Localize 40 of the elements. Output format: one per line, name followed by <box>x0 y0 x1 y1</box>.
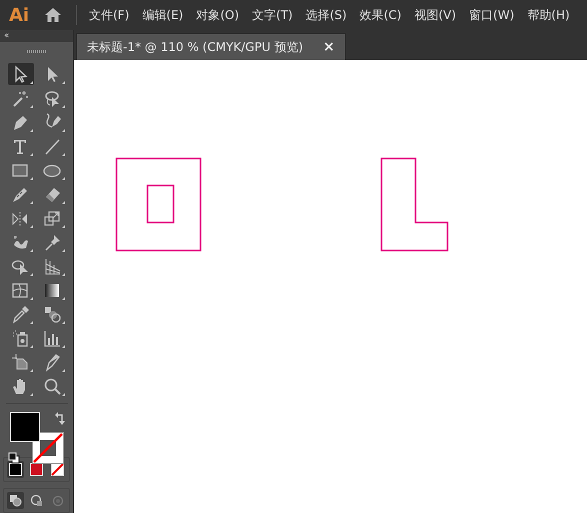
magic-wand-icon <box>11 88 30 108</box>
zoom-icon <box>43 376 62 396</box>
menu-item[interactable]: 文字(T) <box>252 4 300 26</box>
draw-mode-icon <box>8 493 23 508</box>
menu-item[interactable]: 编辑(E) <box>142 4 190 26</box>
draw-mode-button[interactable] <box>28 492 45 509</box>
perspective-grid-icon <box>43 256 62 276</box>
home-icon[interactable] <box>44 7 62 23</box>
close-button[interactable]: × <box>323 39 335 55</box>
menu-item[interactable]: 视图(V) <box>414 4 464 26</box>
menu-item[interactable]: 窗口(W) <box>469 4 522 26</box>
draw-mode-icon <box>29 493 44 508</box>
menu-item[interactable]: 文件(F) <box>89 4 136 26</box>
sprayer-icon <box>11 328 30 348</box>
selection-arrow-tool[interactable] <box>8 63 34 85</box>
scale-icon <box>43 208 62 228</box>
artboard-icon <box>11 352 30 372</box>
eyedropper-icon <box>11 304 30 324</box>
pin-icon <box>43 232 62 252</box>
menu-item[interactable]: 效果(C) <box>360 4 408 26</box>
mesh-icon <box>11 280 30 300</box>
bar-graph-icon <box>43 328 62 348</box>
slice-icon <box>43 352 62 372</box>
default-colors-icon[interactable] <box>8 452 20 464</box>
swap-arrow-icon[interactable] <box>54 412 66 426</box>
fill-swatch[interactable] <box>10 412 40 442</box>
lasso-icon <box>43 88 62 108</box>
collapse-toggle[interactable]: ‹‹ <box>0 30 73 42</box>
none-swatch-icon <box>51 463 64 476</box>
document-tab[interactable]: 未标题-1* @ 110 % (CMYK/GPU 预览) × <box>76 33 346 60</box>
menu-item[interactable]: 选择(S) <box>306 4 354 26</box>
color-mode-button[interactable] <box>49 461 66 478</box>
grip-icon[interactable] <box>26 50 46 52</box>
draw-mode-icon <box>50 493 65 508</box>
draw-mode-button[interactable] <box>7 492 24 509</box>
app-logo: Ai <box>8 4 30 26</box>
stroke-swatch[interactable] <box>32 432 64 464</box>
blend-icon <box>43 304 62 324</box>
menu-item[interactable]: 帮助(H) <box>527 4 577 26</box>
menu-item[interactable]: 对象(O) <box>196 4 246 26</box>
